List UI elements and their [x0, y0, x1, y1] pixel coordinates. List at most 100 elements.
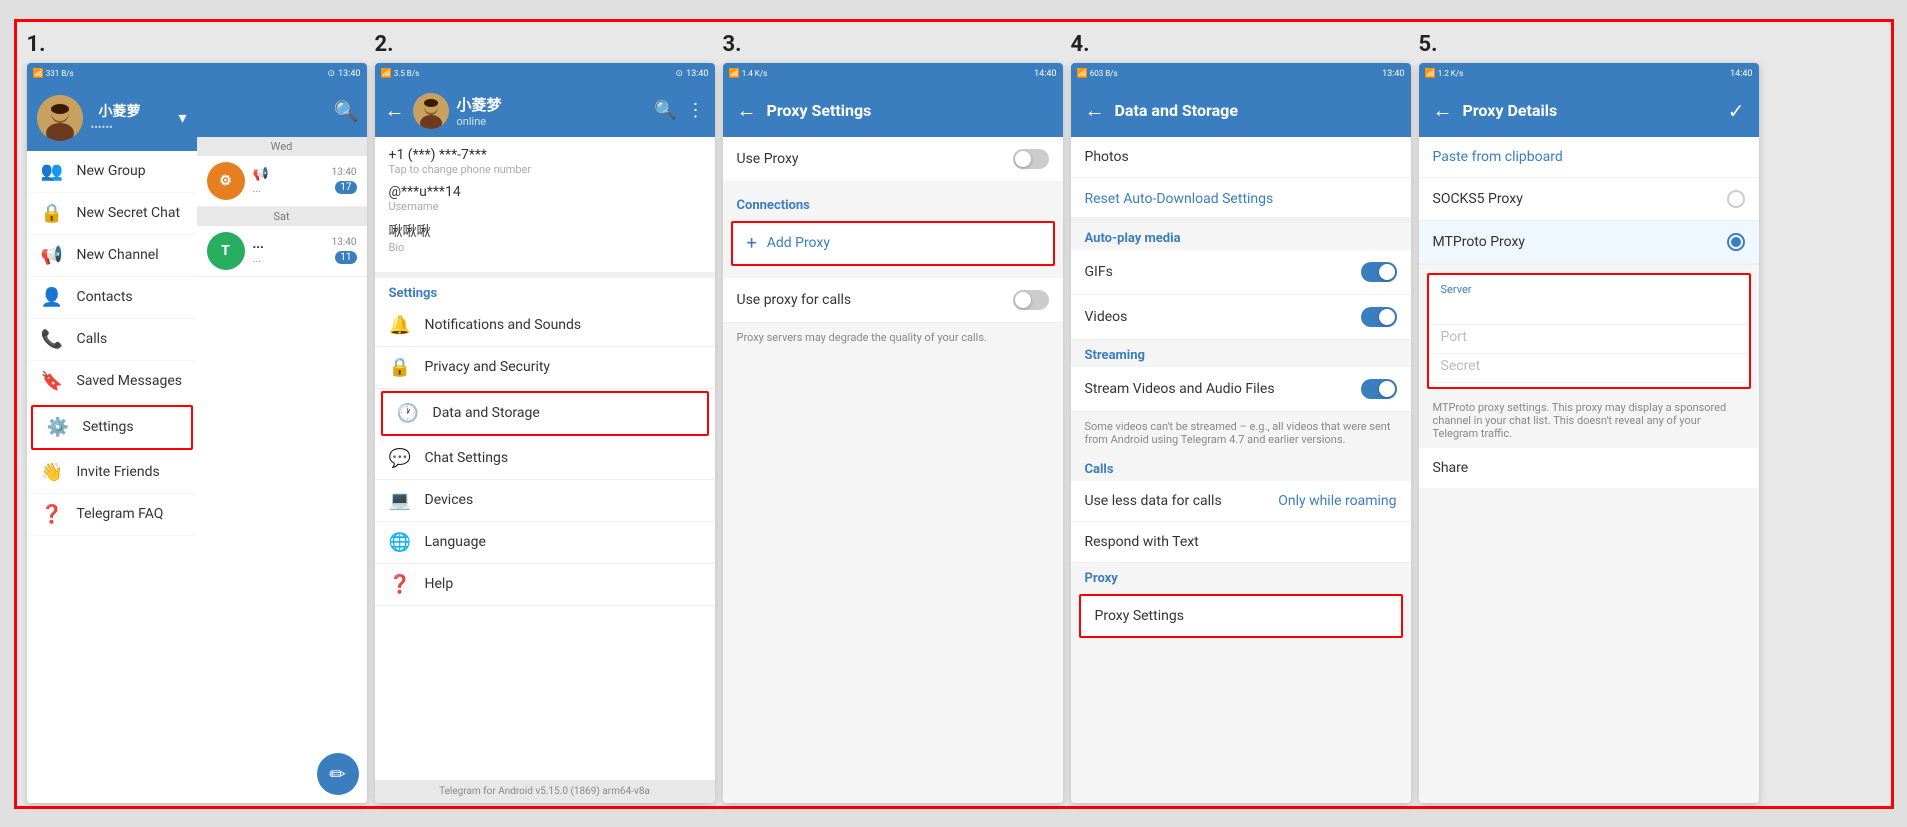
menu-item-calls[interactable]: 📞 Calls: [27, 319, 197, 361]
step1-wrapper: 1. 📶 331 B/s ⊙ 13:40: [27, 32, 367, 796]
screen5-save-button[interactable]: ✓: [1728, 99, 1745, 123]
screen3-back-button[interactable]: ←: [737, 98, 757, 123]
add-proxy-button[interactable]: + Add Proxy: [731, 221, 1055, 266]
menu-item-contacts[interactable]: 👤 Contacts: [27, 277, 197, 319]
screen3-content: Use Proxy Connections + Add Proxy Use pr…: [723, 137, 1063, 803]
screen1-chatlist: 🔍 Wed ⚙ 📢 ... 13:40 17 Sa: [197, 85, 367, 803]
s4-status-left: 📶 603 B/s: [1077, 69, 1118, 79]
connections-header: Connections: [723, 190, 1063, 217]
profile-username-field: @***u***14 Username: [389, 184, 701, 213]
expand-icon[interactable]: ▾: [178, 108, 186, 127]
menu-user-sub: ••••••: [91, 121, 141, 134]
use-proxy-toggle[interactable]: [1013, 149, 1049, 169]
settings-notifications[interactable]: 🔔 Notifications and Sounds: [375, 305, 715, 347]
chatlist-search-icon[interactable]: 🔍: [334, 99, 359, 123]
menu-item-newgroup[interactable]: 👥 New Group: [27, 151, 197, 193]
signal-icon: 📶: [33, 69, 44, 79]
menu-user-section: 小菱萝 •••••• ▾: [27, 85, 197, 151]
screen2-settings-header: Settings: [375, 278, 715, 305]
menu-item-settings[interactable]: ⚙️ Settings: [31, 405, 193, 450]
screen4-status-bar: 📶 603 B/s 13:40: [1071, 63, 1411, 85]
respond-label: Respond with Text: [1085, 534, 1199, 550]
outer-container: 1. 📶 331 B/s ⊙ 13:40: [14, 19, 1894, 809]
screen2-header-title-block: 小菱梦 online: [457, 94, 502, 128]
secret-field: Secret: [1429, 354, 1749, 383]
less-data-label: Use less data for calls: [1085, 493, 1222, 509]
s3-time: 14:40: [1034, 69, 1056, 79]
calls-icon: 📞: [41, 329, 63, 350]
compose-fab[interactable]: ✏: [197, 745, 367, 803]
screen5-back-button[interactable]: ←: [1433, 98, 1453, 123]
newsecret-label: New Secret Chat: [77, 205, 181, 221]
screen2-back-button[interactable]: ←: [385, 98, 405, 123]
stream-note: Some videos can't be streamed – e.g., al…: [1071, 412, 1411, 454]
socks5-radio[interactable]: [1727, 190, 1745, 208]
socks5-row[interactable]: SOCKS5 Proxy: [1419, 178, 1759, 221]
newchannel-label: New Channel: [77, 247, 159, 263]
screen5-content: Paste from clipboard SOCKS5 Proxy MTProt…: [1419, 137, 1759, 803]
data-label: Data and Storage: [433, 405, 540, 421]
screen5-status-bar: 📶 1.2 K/s 14:40: [1419, 63, 1759, 85]
menu-item-newchannel[interactable]: 📢 New Channel: [27, 235, 197, 277]
photos-row[interactable]: Photos: [1071, 137, 1411, 178]
s2-status-right: ⊙ 13:40: [676, 69, 709, 79]
date-divider-wed: Wed: [197, 137, 367, 156]
mtproto-row[interactable]: MTProto Proxy: [1419, 221, 1759, 264]
respond-row[interactable]: Respond with Text: [1071, 522, 1411, 563]
screen4-title: Data and Storage: [1115, 101, 1238, 120]
newgroup-label: New Group: [77, 163, 146, 179]
settings-icon: ⚙️: [47, 417, 69, 438]
step2-label: 2.: [375, 32, 715, 57]
stream-toggle[interactable]: [1361, 379, 1397, 399]
saved-icon: 🔖: [41, 371, 63, 392]
streaming-header: Streaming: [1071, 340, 1411, 367]
screen2-more-icon[interactable]: ⋮: [687, 100, 705, 121]
gifs-toggle[interactable]: [1361, 262, 1397, 282]
step2-wrapper: 2. 📶 3.5 B/s ⊙ 13:40 ←: [375, 32, 715, 796]
saved-label: Saved Messages: [77, 373, 183, 389]
screen4-back-button[interactable]: ←: [1085, 98, 1105, 123]
chat-item-2[interactable]: T ... ... 13:40 11: [197, 226, 367, 277]
s5-time: 14:40: [1730, 69, 1752, 79]
screen2-search-icon[interactable]: 🔍: [654, 100, 676, 121]
mtproto-radio[interactable]: [1727, 233, 1745, 251]
server-field: Server: [1429, 279, 1749, 325]
server-input[interactable]: [1441, 296, 1737, 316]
proxy-calls-toggle[interactable]: [1013, 290, 1049, 310]
server-form: Server Port Secret: [1427, 273, 1751, 389]
share-row[interactable]: Share: [1419, 448, 1759, 488]
settings-help[interactable]: ❓ Help: [375, 564, 715, 606]
settings-data[interactable]: 🕐 Data and Storage: [381, 391, 709, 436]
paste-clipboard-button[interactable]: Paste from clipboard: [1419, 137, 1759, 178]
screen3-header: ← Proxy Settings: [723, 85, 1063, 137]
settings-chat[interactable]: 💬 Chat Settings: [375, 438, 715, 480]
s4-time: 13:40: [1382, 69, 1404, 79]
chat-avatar-2: T: [207, 232, 245, 270]
settings-privacy[interactable]: 🔒 Privacy and Security: [375, 347, 715, 389]
chat-item-1[interactable]: ⚙ 📢 ... 13:40 17: [197, 156, 367, 207]
screen4-header: ← Data and Storage: [1071, 85, 1411, 137]
profile-bio: 啾啾啾: [389, 221, 701, 241]
videos-row: Videos: [1071, 295, 1411, 340]
videos-toggle[interactable]: [1361, 307, 1397, 327]
language-label: Language: [425, 534, 486, 550]
menu-item-faq[interactable]: ❓ Telegram FAQ: [27, 494, 197, 536]
menu-item-newsecret[interactable]: 🔒 New Secret Chat: [27, 193, 197, 235]
settings-devices[interactable]: 💻 Devices: [375, 480, 715, 522]
menu-item-invite[interactable]: 👋 Invite Friends: [27, 452, 197, 494]
screen3-title: Proxy Settings: [767, 101, 872, 120]
profile-phone: +1 (***) ***-7***: [389, 147, 701, 163]
screen2-phone: 📶 3.5 B/s ⊙ 13:40 ←: [375, 63, 715, 803]
version-bar: Telegram for Android v5.15.0 (1869) arm6…: [375, 780, 715, 803]
compose-button[interactable]: ✏: [317, 753, 359, 795]
date-divider-sat: Sat: [197, 207, 367, 226]
roaming-label: Only while roaming: [1278, 493, 1396, 509]
proxy-info-note: MTProto proxy settings. This proxy may d…: [1419, 393, 1759, 448]
photos-label: Photos: [1085, 149, 1129, 165]
proxy-note: Proxy servers may degrade the quality of…: [723, 323, 1063, 352]
step3-wrapper: 3. 📶 1.4 K/s 14:40 ← Proxy Settings: [723, 32, 1063, 796]
reset-download-row[interactable]: Reset Auto-Download Settings: [1071, 178, 1411, 223]
proxy-settings-button[interactable]: Proxy Settings: [1079, 594, 1403, 638]
menu-item-saved[interactable]: 🔖 Saved Messages: [27, 361, 197, 403]
settings-language[interactable]: 🌐 Language: [375, 522, 715, 564]
